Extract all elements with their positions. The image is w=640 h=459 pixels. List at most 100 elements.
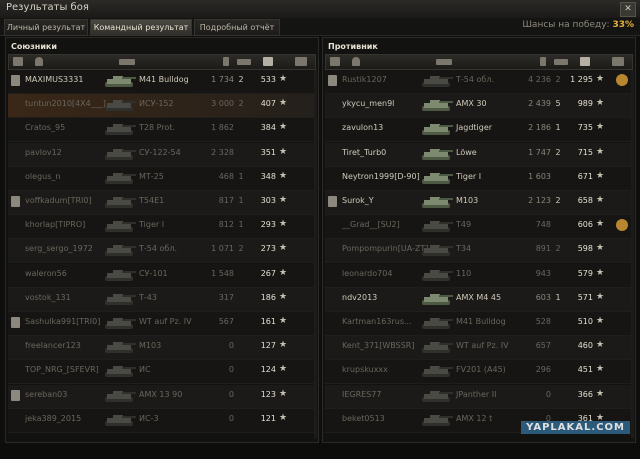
damage-value: 657 bbox=[535, 341, 551, 351]
player-name: ndv2013 bbox=[342, 292, 378, 302]
star-icon: ★ bbox=[596, 364, 605, 375]
damage-value: 2 186 bbox=[528, 123, 551, 133]
player-name: __Grad__[SU2] bbox=[342, 220, 400, 230]
damage-icon[interactable] bbox=[223, 57, 229, 66]
damage-icon[interactable] bbox=[540, 57, 546, 66]
vehicle-name: AMX 30 bbox=[456, 99, 487, 109]
star-icon: ★ bbox=[279, 291, 288, 302]
xp-value: 161 bbox=[260, 317, 276, 326]
tank-icon bbox=[103, 121, 137, 137]
frags-value: 2 bbox=[238, 99, 244, 109]
enemies-scrollbar[interactable] bbox=[631, 70, 634, 438]
player-row[interactable]: Pompompurin[UA-ZT] T34 891 2 598 ★ bbox=[325, 239, 631, 264]
player-name: jeka389_2015 bbox=[25, 413, 82, 423]
player-row[interactable]: waleron56 СУ-101 1 548 267 ★ bbox=[8, 263, 314, 288]
player-row[interactable]: khorlap[TIPRO] Tiger I 812 1 293 ★ bbox=[8, 215, 314, 240]
vehicle-name: WT auf Pz. IV bbox=[139, 317, 192, 326]
frags-value: 1 bbox=[238, 171, 244, 181]
xp-value: 1 295 bbox=[570, 75, 593, 84]
player-row[interactable]: krupskuxxx FV201 (A45) 296 451 ★ bbox=[325, 360, 631, 385]
platoon-icon[interactable] bbox=[330, 57, 340, 66]
tank-icon bbox=[420, 267, 454, 283]
frags-icon[interactable] bbox=[237, 59, 251, 65]
player-row[interactable]: Cratos_95 T28 Prot. 1 862 384 ★ bbox=[8, 118, 314, 143]
player-row[interactable]: tuntun2010[4X4___] ИСУ-152 3 000 2 407 ★ bbox=[8, 94, 314, 119]
platoon-icon bbox=[11, 389, 20, 401]
tank-icon bbox=[420, 194, 454, 210]
player-row[interactable]: vostok_131 Т-43 317 186 ★ bbox=[8, 287, 314, 312]
tank-icon bbox=[420, 388, 454, 404]
platoon-icon bbox=[11, 75, 20, 86]
medal-icon[interactable] bbox=[612, 57, 624, 66]
platoon-icon bbox=[11, 317, 20, 328]
player-icon[interactable] bbox=[352, 57, 360, 66]
player-row[interactable]: leonardo704 110 943 579 ★ bbox=[325, 263, 631, 288]
player-name: sereban03 bbox=[25, 389, 68, 399]
player-row[interactable]: serg_sergo_1972 Т-54 обл. 1 071 2 273 ★ bbox=[8, 239, 314, 264]
frags-value: 2 bbox=[555, 75, 561, 84]
tank-icon bbox=[103, 388, 137, 404]
damage-value: 567 bbox=[218, 317, 234, 326]
player-row[interactable]: zavulon13 Jagdtiger 2 186 1 735 ★ bbox=[325, 118, 631, 143]
player-name: Sashulka991[TRI0] bbox=[25, 317, 101, 326]
vehicle-name: T54E1 bbox=[139, 196, 165, 205]
player-row[interactable]: Rustik1207 Т-54 обл. 4 236 2 1 295 ★ bbox=[325, 70, 631, 94]
damage-value: 943 bbox=[535, 268, 551, 278]
vehicle-name: ИС-3 bbox=[139, 413, 159, 423]
player-row[interactable]: Sashulka991[TRI0] WT auf Pz. IV 567 161 ★ bbox=[8, 312, 314, 336]
medal-icon[interactable] bbox=[616, 219, 628, 232]
player-row[interactable]: ykycu_men9l AMX 30 2 439 5 989 ★ bbox=[325, 94, 631, 119]
star-icon: ★ bbox=[279, 195, 288, 205]
frags-value: 5 bbox=[555, 99, 561, 109]
tab-detailed-report[interactable]: Подробный отчёт bbox=[194, 19, 280, 36]
player-name: MAXIMUS3331 bbox=[25, 75, 84, 84]
tab-personal-result[interactable]: Личный результат bbox=[4, 19, 88, 36]
medal-icon[interactable] bbox=[295, 57, 307, 66]
vehicle-icon[interactable] bbox=[119, 59, 135, 65]
xp-value: 735 bbox=[577, 123, 593, 133]
player-row[interactable]: voffkadum[TRI0] T54E1 817 1 303 ★ bbox=[8, 191, 314, 215]
player-row[interactable]: sereban03 AMX 13 90 0 123 ★ bbox=[8, 384, 314, 409]
player-row[interactable]: Kent_371[WBSSR] WT auf Pz. IV 657 460 ★ bbox=[325, 336, 631, 361]
star-icon: ★ bbox=[279, 74, 288, 84]
vehicle-name: МТ-25 bbox=[139, 171, 164, 181]
xp-value: 510 bbox=[577, 317, 593, 326]
vehicle-name: СУ-122-54 bbox=[139, 147, 181, 157]
xp-icon[interactable] bbox=[580, 57, 590, 66]
close-button[interactable]: ✕ bbox=[620, 2, 636, 17]
damage-value: 0 bbox=[545, 389, 551, 399]
player-name: Tiret_Turb0 bbox=[342, 147, 387, 157]
star-icon: ★ bbox=[596, 170, 605, 181]
player-row[interactable]: pavlov12 СУ-122-54 2 328 351 ★ bbox=[8, 142, 314, 167]
platoon-icon[interactable] bbox=[13, 57, 23, 66]
star-icon: ★ bbox=[596, 122, 605, 133]
player-name: Rustik1207 bbox=[342, 75, 387, 84]
tab-team-result[interactable]: Командный результат bbox=[90, 19, 192, 36]
player-row[interactable]: MAXIMUS3331 M41 Bulldog 1 734 2 533 ★ bbox=[8, 70, 314, 94]
frags-icon[interactable] bbox=[554, 59, 568, 65]
player-row[interactable]: ndv2013 AMX M4 45 603 1 571 ★ bbox=[325, 287, 631, 312]
damage-value: 468 bbox=[218, 171, 234, 181]
xp-value: 127 bbox=[260, 341, 276, 351]
xp-value: 451 bbox=[577, 365, 593, 375]
tank-icon bbox=[103, 146, 137, 162]
player-row[interactable]: IEGRES77 JPanther II 0 366 ★ bbox=[325, 384, 631, 409]
player-row[interactable]: Tiret_Turb0 Löwe 1 747 2 715 ★ bbox=[325, 142, 631, 167]
player-row[interactable]: TOP_NRG_[SFEVR] ИС 0 124 ★ bbox=[8, 360, 314, 385]
frags-value: 2 bbox=[555, 244, 561, 254]
window-title: Результаты боя bbox=[6, 2, 89, 13]
player-row[interactable]: Neytron1999[D-90] Tiger I 1 603 671 ★ bbox=[325, 166, 631, 191]
vehicle-icon[interactable] bbox=[436, 59, 452, 65]
damage-value: 317 bbox=[218, 292, 234, 302]
medal-icon[interactable] bbox=[616, 74, 628, 86]
xp-icon[interactable] bbox=[263, 57, 273, 66]
allies-scrollbar[interactable] bbox=[314, 70, 317, 438]
player-row[interactable]: Kartman163rus... M41 Bulldog 528 510 ★ bbox=[325, 312, 631, 336]
xp-value: 351 bbox=[260, 147, 276, 157]
player-row[interactable]: __Grad__[SU2] T49 748 606 ★ bbox=[325, 215, 631, 240]
player-row[interactable]: jeka389_2015 ИС-3 0 121 ★ bbox=[8, 408, 314, 433]
player-icon[interactable] bbox=[35, 57, 43, 66]
player-row[interactable]: olegus_n МТ-25 468 1 348 ★ bbox=[8, 166, 314, 191]
player-row[interactable]: Surok_Y M103 2 123 2 658 ★ bbox=[325, 191, 631, 215]
player-row[interactable]: freelancer123 M103 0 127 ★ bbox=[8, 336, 314, 361]
